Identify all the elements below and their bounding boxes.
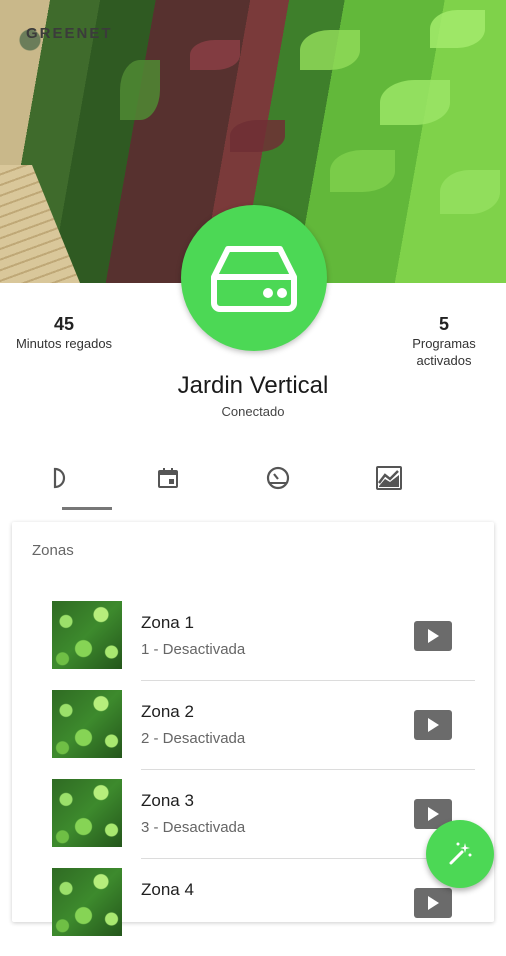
divider (141, 680, 475, 681)
play-button[interactable] (414, 621, 452, 651)
stat-minutes-watered: 45 Minutos regados (0, 314, 128, 352)
play-icon (428, 718, 439, 732)
magic-wand-icon (449, 842, 472, 865)
stat-label: Programas activados (412, 336, 476, 368)
list-item[interactable]: Zona 1 1 - Desactivada (12, 601, 494, 689)
play-icon (428, 629, 439, 643)
storage-device-icon (211, 246, 297, 312)
zones-tab-icon (53, 467, 66, 489)
brand-logo-text: GREENET (26, 25, 113, 42)
play-icon (428, 896, 439, 910)
list-item[interactable]: Zona 4 (12, 868, 494, 956)
selected-tab-indicator (62, 507, 112, 510)
list-item[interactable]: Zona 2 2 - Desactivada (12, 690, 494, 778)
zone-name: Zona 3 (141, 791, 194, 810)
zone-thumbnail (52, 779, 122, 847)
zones-card: Zonas Zona 1 1 - Desactivada Zona 2 2 - … (12, 522, 494, 936)
zone-thumbnail (52, 868, 122, 936)
chart-icon (376, 466, 402, 490)
tab-zones[interactable] (20, 458, 110, 498)
zone-status: 1 - Desactivada (141, 641, 246, 658)
play-button[interactable] (414, 710, 452, 740)
magic-wand-fab-button[interactable] (426, 820, 494, 888)
stat-value: 5 (438, 314, 449, 334)
garden-path (0, 165, 80, 283)
tab-bar (0, 458, 506, 512)
device-status: Conectado (221, 404, 285, 419)
zone-status: 3 - Desactivada (141, 819, 246, 836)
tab-calendar[interactable] (123, 458, 213, 498)
card-title: Zonas (32, 542, 74, 559)
device-name: Jardin Vertical (177, 372, 329, 399)
list-item[interactable]: Zona 3 3 - Desactivada (12, 779, 494, 867)
tab-statistics[interactable] (344, 458, 434, 498)
zone-name: Zona 2 (141, 702, 194, 721)
zone-status: 2 - Desactivada (141, 730, 246, 747)
zone-thumbnail (52, 601, 122, 669)
stat-value: 45 (53, 314, 75, 334)
device-avatar[interactable] (181, 205, 327, 351)
zone-thumbnail (52, 690, 122, 758)
stat-label: Minutos regados (15, 336, 113, 351)
tab-gauge[interactable] (233, 458, 323, 498)
zone-name: Zona 4 (141, 880, 194, 899)
divider (141, 769, 475, 770)
play-button[interactable] (414, 888, 452, 918)
calendar-icon (158, 468, 178, 488)
stat-programs-active: 5 Programas activados (380, 314, 506, 369)
zone-name: Zona 1 (141, 613, 194, 632)
speedometer-icon (266, 466, 290, 490)
play-icon (428, 807, 439, 821)
divider (141, 858, 475, 859)
